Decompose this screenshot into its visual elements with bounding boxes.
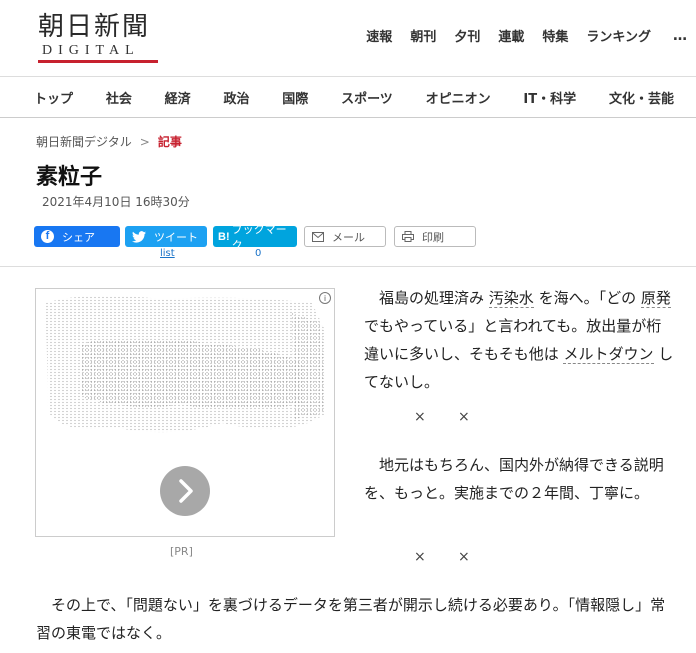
twitter-icon xyxy=(132,230,146,243)
section-separator-mark: × xyxy=(458,409,470,425)
breadcrumb-current: 記事 xyxy=(157,135,182,149)
top-nav-ranking[interactable]: ランキング xyxy=(586,26,651,45)
p1-text-a: 福島の処理済み xyxy=(364,289,489,307)
twitter-share-button[interactable]: ツイート xyxy=(125,226,207,247)
facebook-icon-letter: f xyxy=(41,230,54,243)
logo-subtitle: DIGITAL xyxy=(38,44,158,63)
site-logo[interactable]: 朝日新聞 DIGITAL xyxy=(38,12,168,63)
category-nav: トップ 社会 経済 政治 国際 スポーツ オピニオン IT・科学 文化・芸能 xyxy=(0,76,696,118)
section-separator-mark: × xyxy=(414,409,426,425)
print-button[interactable]: 印刷 xyxy=(394,226,476,247)
site-header: 朝日新聞 DIGITAL 速報 朝刊 夕刊 連載 特集 ランキング … xyxy=(0,0,696,76)
category-top[interactable]: トップ xyxy=(34,88,73,107)
article-title: 素粒子 xyxy=(36,165,103,190)
ad-label: [PR] xyxy=(170,545,193,558)
top-nav: 速報 朝刊 夕刊 連載 特集 ランキング … xyxy=(348,26,688,46)
section-separator-mark: × xyxy=(458,549,470,565)
envelope-icon xyxy=(312,231,324,242)
top-nav-rensai[interactable]: 連載 xyxy=(498,26,524,45)
ad-info-icon[interactable]: i xyxy=(319,292,331,304)
category-sports[interactable]: スポーツ xyxy=(341,88,393,107)
keyword-link-meltdown[interactable]: メルトダウン xyxy=(563,345,654,364)
mail-share-button[interactable]: メール xyxy=(304,226,386,247)
article-paragraph-1: 福島の処理済み 汚染水 を海へ。「どの 原発 でもやっている」と言われても。放出… xyxy=(364,284,674,396)
breadcrumb-home[interactable]: 朝日新聞デジタル xyxy=(36,133,132,150)
hatena-bookmark-count[interactable]: 0 xyxy=(255,248,261,259)
category-international[interactable]: 国際 xyxy=(282,88,308,107)
p1-text-b: を海へ。「どの xyxy=(533,289,641,307)
twitter-list-link[interactable]: list xyxy=(160,248,175,259)
top-nav-choukan[interactable]: 朝刊 xyxy=(410,26,436,45)
logo-title: 朝日新聞 xyxy=(38,12,151,42)
article-paragraph-3: その上で、「問題ない」を裏づけるデータを第三者が開示し続ける必要あり。「情報隠し… xyxy=(36,596,666,642)
twitter-share-label: ツイート xyxy=(154,230,198,244)
printer-icon xyxy=(402,231,414,242)
facebook-share-button[interactable]: f シェア xyxy=(34,226,120,247)
mail-share-label: メール xyxy=(332,230,365,244)
category-economy[interactable]: 経済 xyxy=(165,88,191,107)
category-society[interactable]: 社会 xyxy=(106,88,132,107)
play-icon[interactable] xyxy=(160,466,210,516)
top-nav-sokuho[interactable]: 速報 xyxy=(366,26,392,45)
hatena-bookmark-icon: B! xyxy=(218,230,230,243)
advertisement[interactable]: i xyxy=(35,288,335,537)
facebook-share-label: シェア xyxy=(62,230,95,244)
breadcrumb-separator: > xyxy=(139,134,150,149)
category-opinion[interactable]: オピニオン xyxy=(426,88,491,107)
hatena-bookmark-button[interactable]: B! ブックマーク xyxy=(213,223,297,252)
category-politics[interactable]: 政治 xyxy=(223,88,249,107)
keyword-link-osensui[interactable]: 汚染水 xyxy=(488,289,534,308)
content-divider xyxy=(0,266,696,267)
print-label: 印刷 xyxy=(422,230,444,244)
article-date: 2021年4月10日 16時30分 xyxy=(42,195,190,209)
top-nav-tokushu[interactable]: 特集 xyxy=(542,26,568,45)
top-nav-yukan[interactable]: 夕刊 xyxy=(454,26,480,45)
category-it-science[interactable]: IT・科学 xyxy=(523,88,576,107)
article-paragraph-2: 地元はもちろん、国内外が納得できる説明を、もっと。実施までの２年間、丁寧に。 xyxy=(364,456,664,502)
hatena-bookmark-label: ブックマーク xyxy=(231,222,287,252)
facebook-icon: f xyxy=(41,230,54,243)
keyword-link-genpatsu[interactable]: 原発 xyxy=(640,289,671,308)
more-menu-icon[interactable]: … xyxy=(673,28,688,44)
ad-image xyxy=(46,295,326,433)
breadcrumb: 朝日新聞デジタル > 記事 xyxy=(36,133,182,150)
section-separator-mark: × xyxy=(414,549,426,565)
category-culture[interactable]: 文化・芸能 xyxy=(609,88,674,107)
